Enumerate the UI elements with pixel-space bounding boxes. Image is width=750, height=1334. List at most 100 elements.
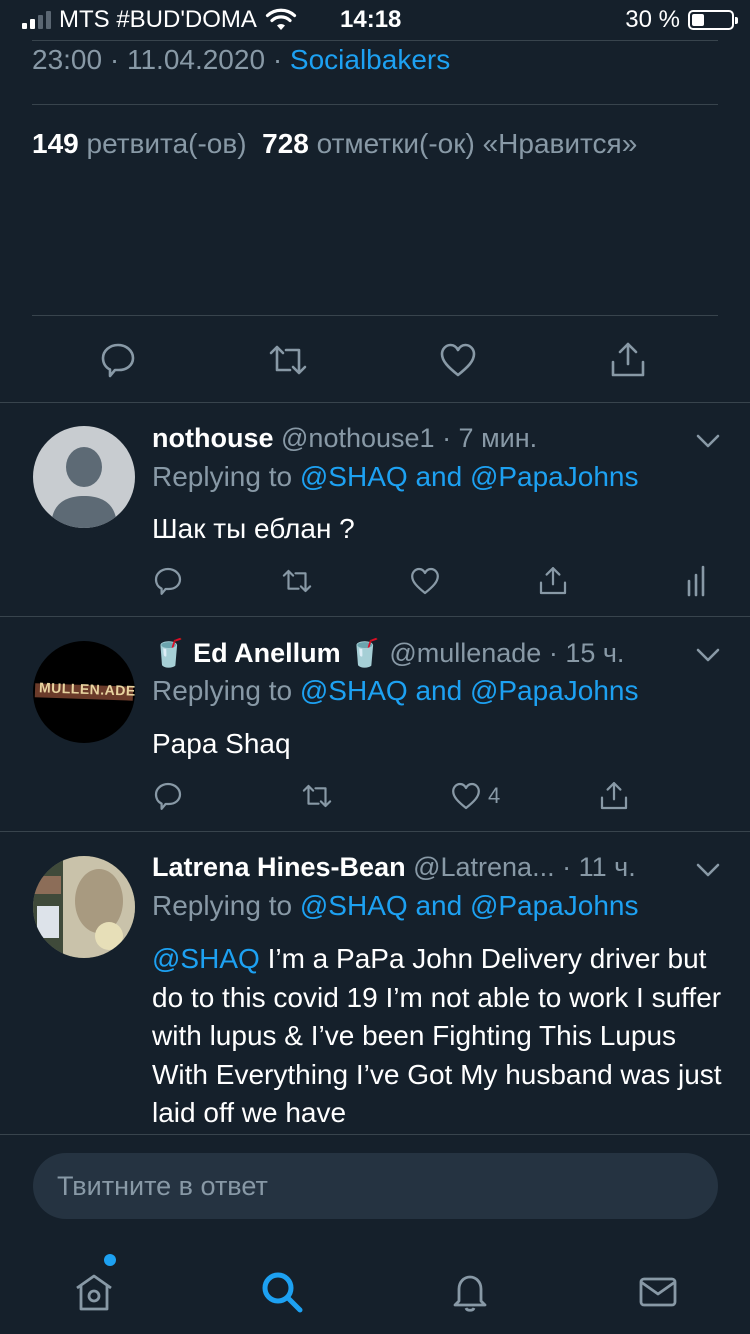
reply-header: nothouse @nothouse1 · 7 мин. [152, 423, 537, 454]
reply-time: · 15 ч. [548, 638, 625, 668]
share-icon [600, 782, 628, 810]
messages-icon [639, 1277, 677, 1307]
and-label: and [415, 890, 463, 921]
author-handle[interactable]: @Latrena... [413, 852, 555, 882]
and-label: and [415, 461, 463, 492]
tweet-action-bar [0, 330, 750, 390]
avatar[interactable]: MULLEN.ADE [33, 641, 135, 743]
retweet-icon [282, 569, 312, 593]
retweet-icon [302, 784, 332, 808]
default-avatar-icon [51, 447, 117, 528]
tweet-source-link[interactable]: Socialbakers [290, 44, 450, 75]
notifications-icon [453, 1275, 487, 1312]
share-button[interactable] [598, 776, 630, 816]
retweet-icon [269, 345, 307, 375]
reply-actions [152, 561, 732, 601]
tab-search[interactable] [252, 1262, 312, 1322]
like-count: 4 [488, 783, 501, 808]
tab-home[interactable] [64, 1262, 124, 1322]
header-divider [32, 40, 718, 41]
author-handle[interactable]: @mullenade [389, 638, 541, 668]
mention-link[interactable]: @SHAQ [300, 675, 408, 706]
mention-link[interactable]: @SHAQ [300, 890, 408, 921]
retweet-button[interactable] [300, 776, 334, 816]
retweet-button[interactable] [258, 330, 318, 390]
replying-to: Replying to @SHAQ and @PapaJohns [152, 890, 638, 922]
compose-bar: Твитните в ответ [0, 1134, 750, 1244]
like-icon [411, 567, 439, 595]
like-button[interactable]: 4 [450, 776, 500, 816]
wifi-icon [265, 8, 297, 30]
mention-link[interactable]: @SHAQ [300, 461, 408, 492]
like-icon [452, 782, 480, 810]
like-button[interactable] [409, 561, 441, 601]
retweets-label: ретвита(-ов) [86, 128, 247, 159]
share-button[interactable] [598, 330, 658, 390]
avatar-photo [33, 856, 135, 958]
chevron-down-icon[interactable] [694, 427, 722, 455]
reply-button[interactable] [152, 561, 184, 601]
reply-button[interactable] [152, 776, 184, 816]
signal-icon [22, 11, 51, 29]
reply-icon [101, 343, 135, 378]
author-name[interactable]: Latrena Hines-Bean [152, 852, 406, 882]
likes-label: отметки(-ок) «Нравится» [316, 128, 638, 159]
likes-count: 728 [262, 128, 309, 159]
reply-actions: 4 [152, 776, 732, 816]
author-name[interactable]: 🥤 Ed Anellum 🥤 [152, 638, 382, 668]
and-label: and [415, 675, 463, 706]
tweet-date: 11.04.2020 [126, 44, 266, 75]
likes-stat[interactable]: 728 отметки(-ок) «Нравится» [262, 128, 637, 159]
mention-link[interactable]: @PapaJohns [470, 675, 639, 706]
avatar[interactable] [33, 426, 135, 528]
retweet-button[interactable] [280, 561, 314, 601]
share-button[interactable] [537, 561, 569, 601]
reply-header: 🥤 Ed Anellum 🥤 @mullenade · 15 ч. [152, 637, 624, 669]
reply-tweet[interactable]: nothouse @nothouse1 · 7 мин. Replying to… [0, 403, 750, 615]
replying-to-label: Replying to [152, 890, 293, 921]
author-name[interactable]: nothouse [152, 423, 274, 453]
meta-separator: · [272, 44, 283, 75]
chevron-down-icon[interactable] [694, 641, 722, 669]
reply-icon [154, 782, 182, 810]
reply-compose-input[interactable]: Твитните в ответ [33, 1153, 718, 1219]
meta-divider [32, 104, 718, 105]
avatar-text: MULLEN.ADE [38, 679, 135, 699]
status-left: MTS #BUD'DOMA [22, 6, 297, 34]
search-icon [262, 1272, 303, 1313]
chevron-down-icon[interactable] [694, 856, 722, 884]
reply-button[interactable] [88, 330, 148, 390]
like-button[interactable] [428, 330, 488, 390]
mention-link[interactable]: @PapaJohns [470, 461, 639, 492]
reply-tweet[interactable]: MULLEN.ADE 🥤 Ed Anellum 🥤 @mullenade · 1… [0, 617, 750, 829]
analytics-button[interactable] [686, 561, 710, 601]
battery-icon [688, 10, 738, 30]
author-handle[interactable]: @nothouse1 [281, 423, 435, 453]
reply-text: Papa Shaq [152, 728, 291, 759]
replying-to: Replying to @SHAQ and @PapaJohns [152, 461, 638, 493]
replying-to: Replying to @SHAQ and @PapaJohns [152, 675, 638, 707]
retweets-stat[interactable]: 149 ретвита(-ов) [32, 128, 247, 159]
mention-link[interactable]: @PapaJohns [470, 890, 639, 921]
reply-tweet[interactable]: Latrena Hines-Bean @Latrena... · 11 ч. R… [0, 832, 750, 1134]
reply-icon [154, 567, 182, 595]
retweets-count: 149 [32, 128, 79, 159]
home-icon [76, 1274, 112, 1311]
reply-text: @SHAQ I’m a PaPa John Delivery driver bu… [152, 940, 732, 1133]
tweet-time: 23:00 [32, 44, 103, 75]
mention-link[interactable]: @SHAQ [152, 943, 260, 974]
tab-notifications[interactable] [440, 1262, 500, 1322]
avatar[interactable] [33, 856, 135, 958]
share-icon [539, 567, 567, 595]
clock: 14:18 [340, 6, 402, 33]
like-icon [440, 343, 476, 377]
cup-emoji: 🥤 [348, 638, 382, 668]
replying-to-label: Replying to [152, 675, 293, 706]
stats-divider [32, 315, 718, 316]
home-notification-dot [104, 1254, 116, 1266]
replying-to-label: Replying to [152, 461, 293, 492]
reply-text: Шак ты еблан ? [152, 513, 355, 544]
compose-divider [0, 1134, 750, 1135]
tab-messages[interactable] [628, 1262, 688, 1322]
tab-bar [0, 1244, 750, 1334]
